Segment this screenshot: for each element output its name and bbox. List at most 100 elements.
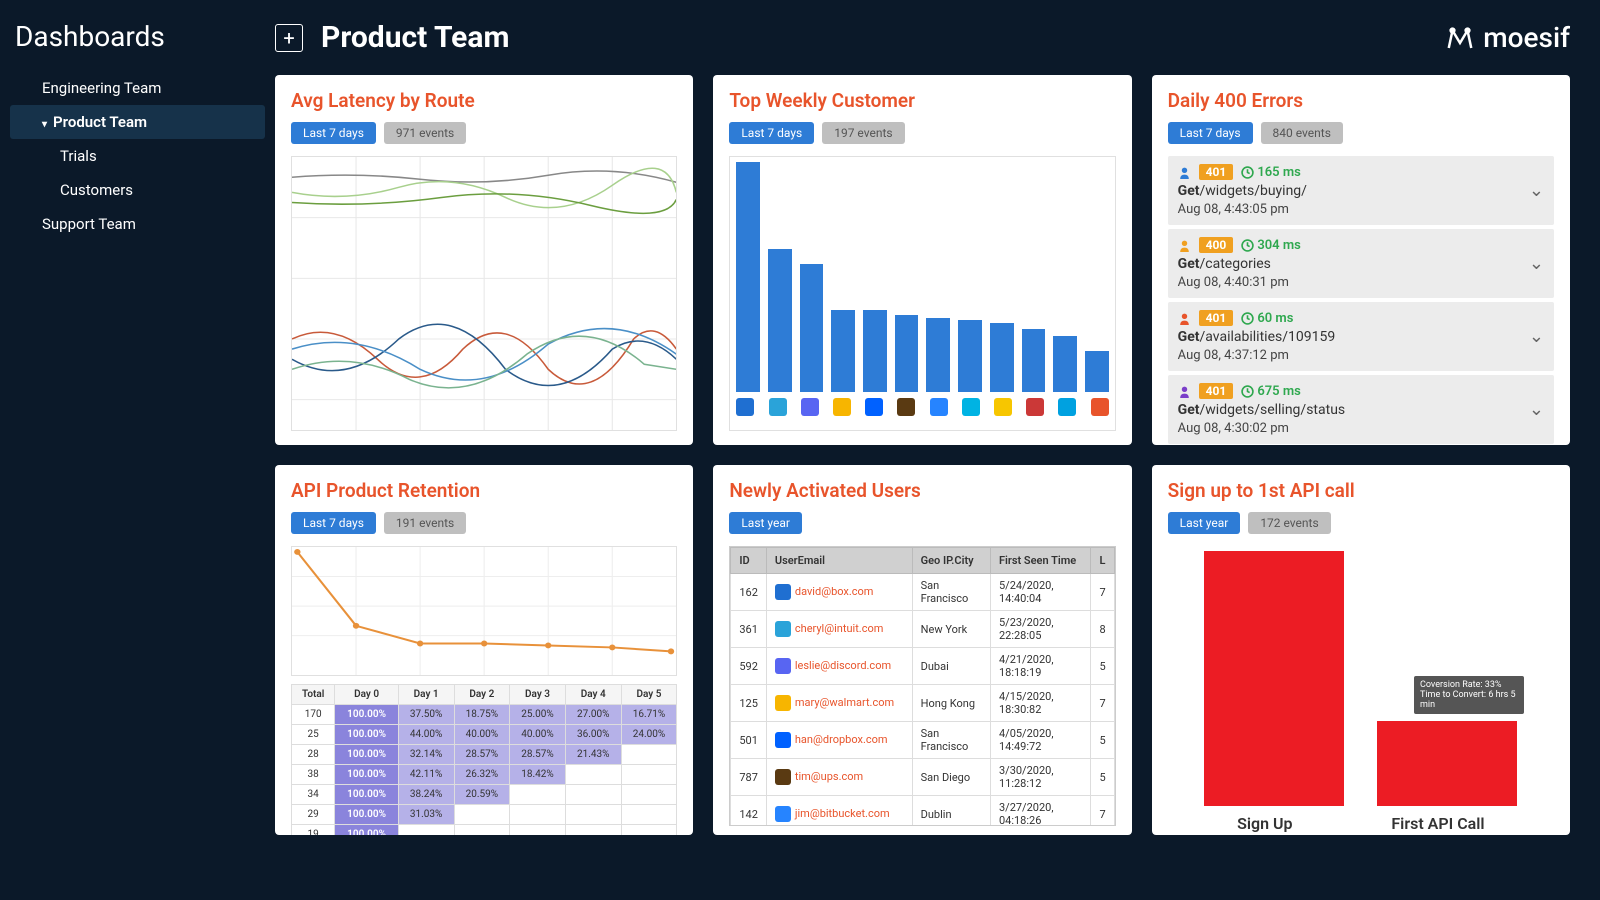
company-icon	[1058, 398, 1076, 416]
error-time: Aug 08, 4:40:31 pm	[1178, 275, 1301, 290]
latency-label: 60 ms	[1241, 311, 1293, 326]
status-badge: 401	[1199, 164, 1234, 180]
table-row[interactable]: 125mary@walmart.comHong Kong4/15/2020, 1…	[731, 685, 1114, 722]
bar	[768, 249, 792, 392]
funnel-chart: Coversion Rate: 33% Time to Convert: 6 h…	[1168, 546, 1554, 806]
error-time: Aug 08, 4:37:12 pm	[1178, 348, 1336, 363]
person-icon	[1178, 385, 1191, 398]
table-row[interactable]: 501han@dropbox.comSan Francisco4/05/2020…	[731, 722, 1114, 759]
brand-logo: moesif	[1445, 21, 1570, 54]
range-pill[interactable]: Last year	[1168, 512, 1241, 534]
error-path: Get/widgets/selling/status	[1178, 402, 1345, 418]
bar	[1022, 329, 1046, 392]
card-title: API Product Retention	[291, 479, 677, 502]
status-badge: 401	[1199, 310, 1234, 326]
chevron-down-icon: ⌄	[1529, 253, 1544, 274]
error-time: Aug 08, 4:43:05 pm	[1178, 202, 1307, 217]
card-new-users[interactable]: Newly Activated Users Last year IDUserEm…	[713, 465, 1131, 835]
table-row[interactable]: 142jim@bitbucket.comDublin3/27/2020, 04:…	[731, 796, 1114, 827]
company-icon	[775, 732, 791, 748]
funnel-label: First API Call	[1391, 814, 1484, 833]
range-pill[interactable]: Last 7 days	[291, 512, 376, 534]
company-icon	[775, 769, 791, 785]
card-signup-funnel[interactable]: Sign up to 1st API call Last year 172 ev…	[1152, 465, 1570, 835]
funnel-bar-signup	[1204, 551, 1344, 806]
sidebar-item[interactable]: Trials	[10, 139, 265, 173]
sidebar-item[interactable]: Engineering Team	[10, 71, 265, 105]
chevron-down-icon: ⌄	[1529, 399, 1544, 420]
customer-bar-chart	[729, 156, 1115, 431]
range-pill[interactable]: Last 7 days	[1168, 122, 1253, 144]
chevron-down-icon: ⌄	[1529, 180, 1544, 201]
sidebar-item[interactable]: ▾Product Team	[10, 105, 265, 139]
header: + Product Team moesif	[275, 20, 1570, 55]
clock-icon	[1241, 239, 1254, 252]
funnel-tooltip: Coversion Rate: 33% Time to Convert: 6 h…	[1414, 676, 1524, 714]
events-pill: 172 events	[1248, 512, 1330, 534]
table-row[interactable]: 162david@box.comSan Francisco5/24/2020, …	[731, 574, 1114, 611]
table-row[interactable]: 592leslie@discord.comDubai4/21/2020, 18:…	[731, 648, 1114, 685]
funnel-label: Sign Up	[1237, 814, 1292, 833]
sidebar-title: Dashboards	[10, 20, 265, 53]
range-pill[interactable]: Last 7 days	[291, 122, 376, 144]
bar	[1053, 336, 1077, 392]
company-icon	[1091, 398, 1109, 416]
bar	[926, 318, 950, 392]
table-row[interactable]: 787tim@ups.comSan Diego3/30/2020, 11:28:…	[731, 759, 1114, 796]
latency-label: 675 ms	[1241, 384, 1301, 399]
brand-text: moesif	[1483, 21, 1570, 54]
person-icon	[1178, 239, 1191, 252]
sidebar-item[interactable]: Support Team	[10, 207, 265, 241]
users-table: IDUserEmailGeo IP.CityFirst Seen TimeL16…	[730, 547, 1114, 826]
card-daily-errors[interactable]: Daily 400 Errors Last 7 days 840 events …	[1152, 75, 1570, 445]
events-pill: 971 events	[384, 122, 466, 144]
company-icon	[930, 398, 948, 416]
company-icon	[775, 658, 791, 674]
company-icon	[801, 398, 819, 416]
sidebar: Dashboards Engineering Team▾Product Team…	[0, 0, 265, 900]
range-pill[interactable]: Last 7 days	[729, 122, 814, 144]
error-row[interactable]: 401165 msGet/widgets/buying/Aug 08, 4:43…	[1168, 156, 1554, 225]
person-icon	[1178, 312, 1191, 325]
card-avg-latency[interactable]: Avg Latency by Route Last 7 days 971 eve…	[275, 75, 693, 445]
chevron-down-icon: ⌄	[1529, 326, 1544, 347]
card-title: Daily 400 Errors	[1168, 89, 1554, 112]
table-row[interactable]: 361cheryl@intuit.comNew York5/23/2020, 2…	[731, 611, 1114, 648]
company-icon	[775, 806, 791, 822]
card-title: Top Weekly Customer	[729, 89, 1115, 112]
card-retention[interactable]: API Product Retention Last 7 days 191 ev…	[275, 465, 693, 835]
company-icon	[897, 398, 915, 416]
sidebar-item[interactable]: Customers	[10, 173, 265, 207]
error-path: Get/categories	[1178, 256, 1301, 272]
page-title: Product Team	[321, 20, 509, 55]
error-path: Get/availabilities/109159	[1178, 329, 1336, 345]
clock-icon	[1241, 166, 1254, 179]
company-icon	[994, 398, 1012, 416]
card-title: Sign up to 1st API call	[1168, 479, 1554, 502]
range-pill[interactable]: Last year	[729, 512, 802, 534]
error-row[interactable]: 401 60 ms Get/availabilities/109159 Aug 08,…	[1168, 302, 1554, 371]
clock-icon	[1241, 385, 1254, 398]
bar	[958, 320, 982, 392]
card-top-customer[interactable]: Top Weekly Customer Last 7 days 197 even…	[713, 75, 1131, 445]
clock-icon	[1241, 312, 1254, 325]
latency-label: 304 ms	[1241, 238, 1301, 253]
bar	[736, 162, 760, 392]
add-dashboard-button[interactable]: +	[275, 24, 303, 52]
bar	[863, 310, 887, 392]
status-badge: 400	[1199, 237, 1234, 253]
latency-chart	[291, 156, 677, 431]
company-icon	[736, 398, 754, 416]
bar	[831, 310, 855, 392]
status-badge: 401	[1199, 383, 1234, 399]
error-row[interactable]: 401675 msGet/widgets/selling/statusAug 0…	[1168, 375, 1554, 444]
bar	[1085, 351, 1109, 392]
main: + Product Team moesif Avg Latency by Rou…	[265, 0, 1600, 900]
company-icon	[962, 398, 980, 416]
card-title: Newly Activated Users	[729, 479, 1115, 502]
retention-chart	[291, 546, 677, 676]
error-row[interactable]: 400 304 ms Get/categories Aug 08, 4:40:31 p…	[1168, 229, 1554, 298]
events-pill: 191 events	[384, 512, 466, 534]
retention-table: TotalDay 0Day 1Day 2Day 3Day 4Day 517010…	[291, 684, 677, 835]
bar	[800, 264, 824, 392]
